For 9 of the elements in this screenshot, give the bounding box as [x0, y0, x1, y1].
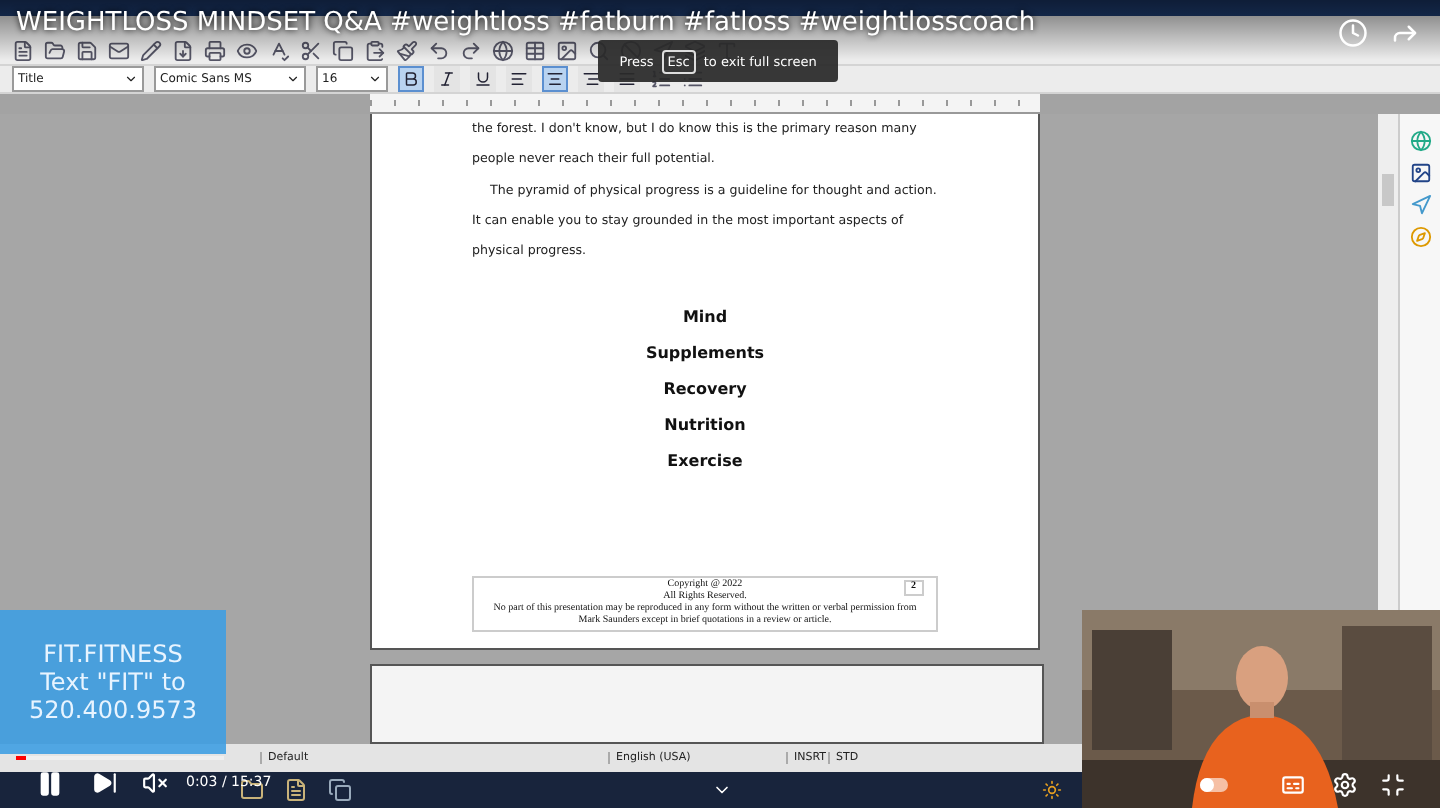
promo-text: Text "FIT" to — [40, 668, 186, 696]
pyramid-level: Supplements — [645, 342, 765, 365]
promo-text: 520.400.9573 — [29, 696, 197, 724]
promo-text: FIT.FITNESS — [43, 640, 183, 668]
pyramid-level: Recovery — [663, 378, 747, 401]
video-title: WEIGHTLOSS MINDSET Q&A #weightloss #fatburn #fatloss #weightlosscoach — [16, 8, 1036, 38]
pyramid-level: Mind — [682, 306, 728, 329]
pyramid-level: Nutrition — [664, 414, 746, 437]
pyramid-level: Exercise — [667, 450, 743, 473]
